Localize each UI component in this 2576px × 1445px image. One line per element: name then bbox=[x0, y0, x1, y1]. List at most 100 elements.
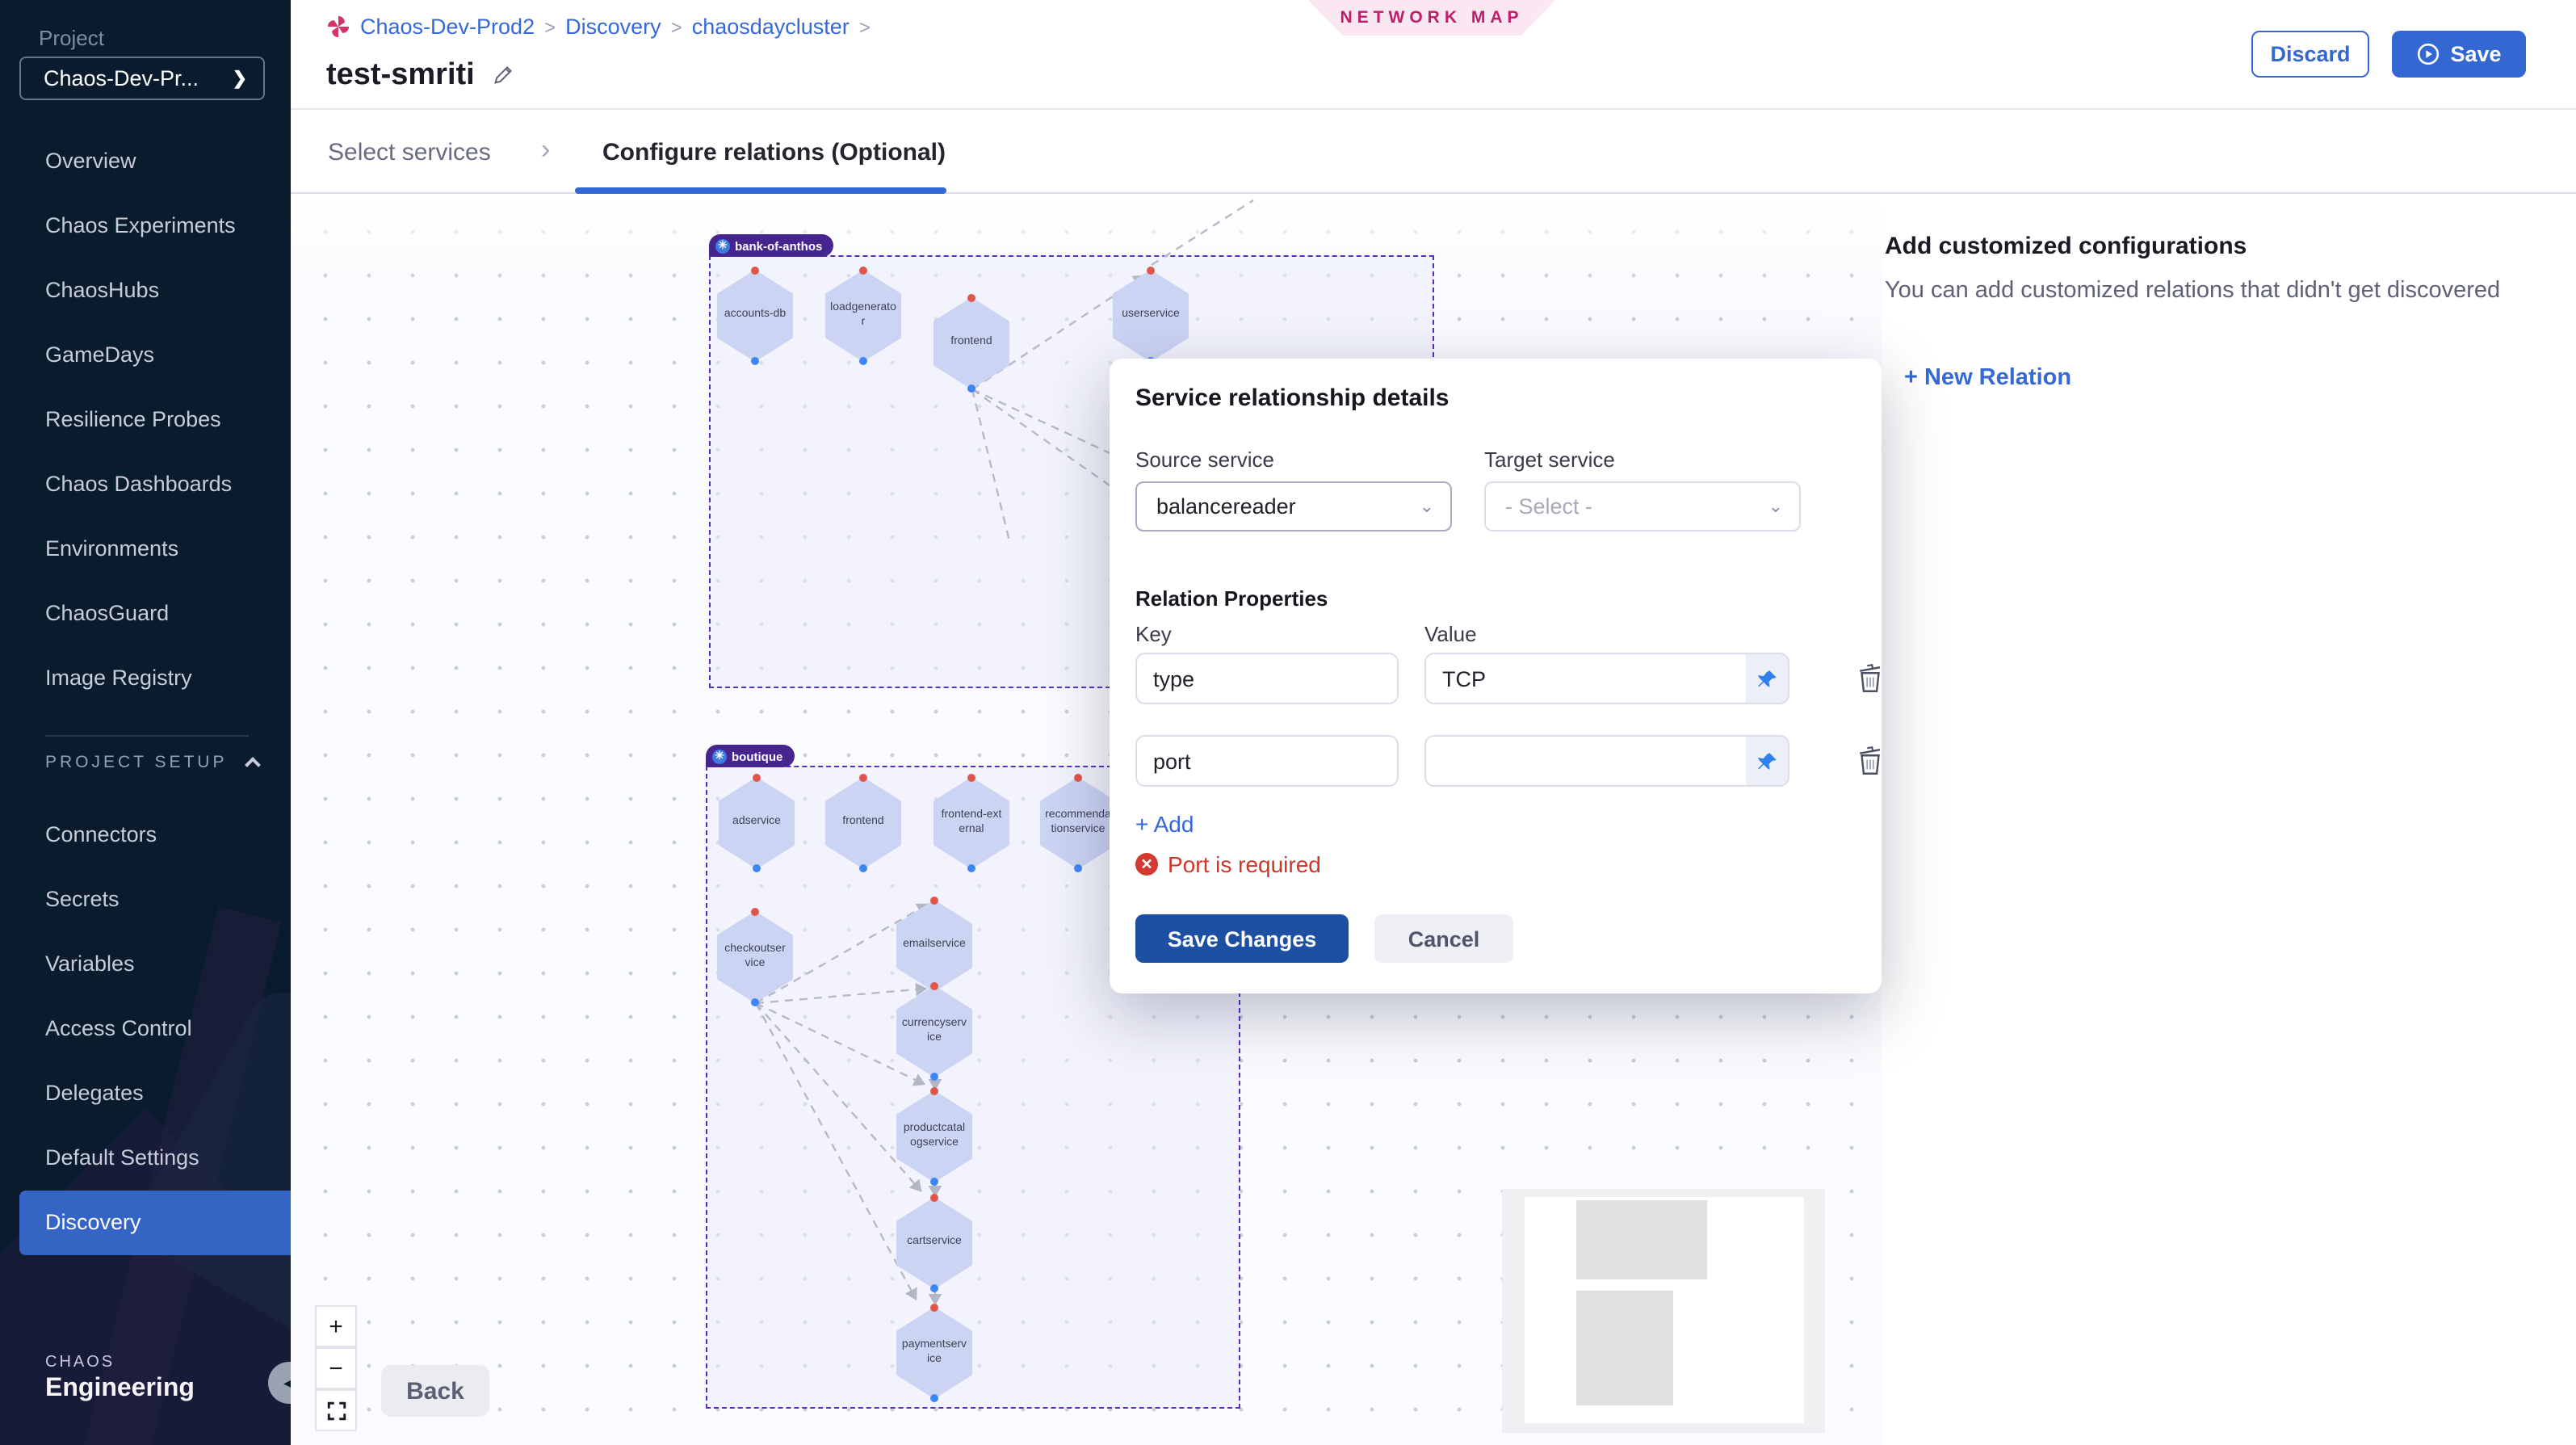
node-in-dot bbox=[930, 1304, 938, 1312]
sidebar-item-access-control[interactable]: Access Control bbox=[0, 997, 291, 1061]
sidebar-item-chaosguard[interactable]: ChaosGuard bbox=[0, 582, 291, 646]
node-out-dot bbox=[1074, 864, 1082, 872]
node-out-dot bbox=[930, 1073, 938, 1081]
node-out-dot bbox=[753, 864, 761, 872]
value-field-row1 bbox=[1424, 653, 1789, 704]
add-property-button[interactable]: + Add bbox=[1135, 811, 1194, 837]
service-node-currencyservice[interactable]: currencyservice bbox=[896, 985, 972, 1077]
save-button[interactable]: Save bbox=[2392, 31, 2526, 78]
node-in-dot bbox=[859, 267, 867, 275]
sidebar-item-variables[interactable]: Variables bbox=[0, 932, 291, 997]
fit-view-button[interactable] bbox=[315, 1389, 357, 1431]
sidebar-item-overview[interactable]: Overview bbox=[0, 129, 291, 194]
value-input-row2[interactable] bbox=[1426, 737, 1746, 785]
value-input-row1[interactable] bbox=[1426, 654, 1746, 703]
breadcrumb-discovery[interactable]: Discovery bbox=[565, 15, 661, 39]
service-node-checkoutservice[interactable]: checkoutservice bbox=[717, 911, 793, 1003]
discard-button[interactable]: Discard bbox=[2251, 31, 2369, 78]
breadcrumb-project[interactable]: Chaos-Dev-Prod2 bbox=[360, 15, 535, 39]
collapse-left-icon: ◀ bbox=[283, 1374, 291, 1392]
service-node-paymentservice[interactable]: paymentservice bbox=[896, 1307, 972, 1399]
active-tab-underline bbox=[575, 187, 946, 194]
minimap-cluster-boutique bbox=[1576, 1291, 1673, 1405]
node-in-dot bbox=[930, 1194, 938, 1202]
target-service-select[interactable]: - Select - ⌄ bbox=[1484, 481, 1801, 531]
service-node-loadgenerator[interactable]: loadgenerator bbox=[825, 270, 901, 362]
cluster-label-bank-of-anthos[interactable]: ✳ bank-of-anthos bbox=[709, 234, 833, 257]
project-selector[interactable]: Chaos-Dev-Pr... ❯ bbox=[19, 57, 265, 100]
node-in-dot bbox=[751, 267, 759, 275]
project-selector-value: Chaos-Dev-Pr... bbox=[44, 66, 233, 90]
breadcrumb: Chaos-Dev-Prod2 > Discovery > chaosdaycl… bbox=[326, 15, 871, 39]
zoom-in-button[interactable]: + bbox=[315, 1305, 357, 1347]
node-out-dot bbox=[751, 998, 759, 1006]
sidebar-item-resilience-probes[interactable]: Resilience Probes bbox=[0, 388, 291, 452]
key-input-row1[interactable] bbox=[1135, 653, 1399, 704]
node-in-dot bbox=[930, 982, 938, 990]
sidebar-divider bbox=[45, 735, 249, 737]
breadcrumb-separator: > bbox=[544, 15, 556, 38]
service-relationship-modal: Service relationship details Source serv… bbox=[1110, 359, 1882, 993]
pin-value-button-row2[interactable] bbox=[1746, 737, 1788, 785]
pin-value-button-row1[interactable] bbox=[1746, 654, 1788, 703]
service-node-userservice[interactable]: userservice bbox=[1113, 270, 1189, 362]
sidebar: Project Chaos-Dev-Pr... ❯ Overview Chaos… bbox=[0, 0, 291, 1445]
value-field-row2 bbox=[1424, 735, 1789, 787]
wizard-tabs: Select services › Configure relations (O… bbox=[291, 110, 2576, 194]
zoom-controls: + − bbox=[315, 1305, 357, 1431]
panel-title: Add customized configurations bbox=[1885, 233, 2247, 260]
sidebar-item-delegates[interactable]: Delegates bbox=[0, 1061, 291, 1126]
save-changes-button[interactable]: Save Changes bbox=[1135, 914, 1349, 963]
modal-title: Service relationship details bbox=[1135, 384, 1450, 412]
tab-select-services[interactable]: Select services bbox=[328, 139, 491, 166]
service-node-emailservice[interactable]: emailservice bbox=[896, 900, 972, 992]
node-out-dot bbox=[967, 864, 975, 872]
panel-subtitle: You can add customized relations that di… bbox=[1885, 278, 2563, 304]
node-out-dot bbox=[859, 357, 867, 365]
source-service-select[interactable]: balancereader ⌄ bbox=[1135, 481, 1452, 531]
project-setup-section-header[interactable]: PROJECT SETUP bbox=[45, 753, 271, 772]
sidebar-item-default-settings[interactable]: Default Settings bbox=[0, 1126, 291, 1191]
node-out-dot bbox=[967, 384, 975, 393]
delete-row2-button[interactable] bbox=[1856, 745, 1885, 777]
new-relation-button[interactable]: + New Relation bbox=[1904, 365, 2071, 391]
delete-row1-button[interactable] bbox=[1856, 662, 1885, 695]
page-header: Chaos-Dev-Prod2 > Discovery > chaosdaycl… bbox=[291, 0, 2576, 110]
service-node-adservice[interactable]: adservice bbox=[719, 777, 795, 869]
zoom-out-button[interactable]: − bbox=[315, 1347, 357, 1389]
page-title: test-smriti bbox=[326, 58, 475, 94]
edit-pencil-icon[interactable] bbox=[491, 65, 514, 87]
sidebar-item-chaos-dashboards[interactable]: Chaos Dashboards bbox=[0, 452, 291, 517]
service-node-accounts-db[interactable]: accounts-db bbox=[717, 270, 793, 362]
sidebar-item-gamedays[interactable]: GameDays bbox=[0, 323, 291, 388]
tab-configure-relations[interactable]: Configure relations (Optional) bbox=[602, 139, 946, 166]
sidebar-item-secrets[interactable]: Secrets bbox=[0, 867, 291, 932]
back-button[interactable]: Back bbox=[381, 1365, 489, 1417]
cancel-button[interactable]: Cancel bbox=[1374, 914, 1513, 963]
breadcrumb-cluster[interactable]: chaosdaycluster bbox=[692, 15, 850, 39]
sidebar-item-chaos-experiments[interactable]: Chaos Experiments bbox=[0, 194, 291, 258]
service-node-cartservice[interactable]: cartservice bbox=[896, 1197, 972, 1289]
target-service-label: Target service bbox=[1484, 447, 1615, 472]
minimap[interactable] bbox=[1502, 1189, 1825, 1433]
node-in-dot bbox=[1074, 774, 1082, 782]
service-node-frontend-external[interactable]: frontend-external bbox=[933, 777, 1009, 869]
cluster-label-boutique[interactable]: ✳ boutique bbox=[706, 745, 794, 767]
sidebar-item-chaoshubs[interactable]: ChaosHubs bbox=[0, 258, 291, 323]
pushpin-icon bbox=[1756, 750, 1777, 771]
key-input-row2[interactable] bbox=[1135, 735, 1399, 787]
sidebar-item-image-registry[interactable]: Image Registry bbox=[0, 646, 291, 711]
service-node-frontend-bank[interactable]: frontend bbox=[933, 297, 1009, 389]
sidebar-item-environments[interactable]: Environments bbox=[0, 517, 291, 582]
sidebar-item-connectors[interactable]: Connectors bbox=[0, 803, 291, 867]
chaos-engineering-logo: CHAOS Engineering bbox=[45, 1354, 195, 1404]
node-out-dot bbox=[751, 357, 759, 365]
validation-error: ✕ Port is required bbox=[1135, 851, 1321, 877]
sidebar-item-discovery[interactable]: Discovery bbox=[19, 1191, 291, 1255]
service-node-recommendationservice[interactable]: recommendationservice bbox=[1040, 777, 1116, 869]
logo-text-engineering: Engineering bbox=[45, 1375, 195, 1404]
target-service-placeholder: - Select - bbox=[1505, 494, 1592, 519]
service-node-productcatalogservice[interactable]: productcatalogservice bbox=[896, 1090, 972, 1182]
chevron-down-icon: ⌄ bbox=[1768, 496, 1783, 517]
service-node-frontend-boutique[interactable]: frontend bbox=[825, 777, 901, 869]
